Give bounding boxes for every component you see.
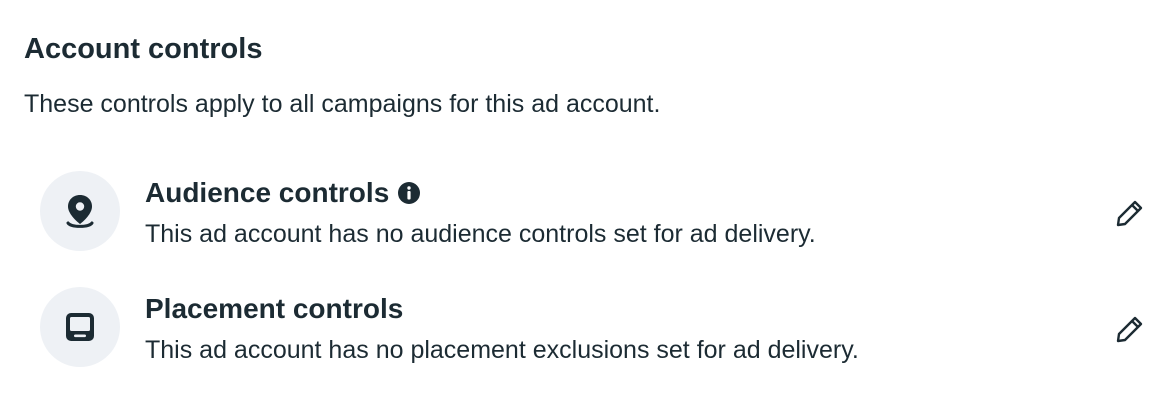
audience-controls-title-line: Audience controls xyxy=(145,174,816,212)
edit-audience-controls-button[interactable] xyxy=(1110,193,1150,233)
audience-controls-description: This ad account has no audience controls… xyxy=(145,220,816,248)
audience-controls-title: Audience controls xyxy=(145,177,390,208)
pencil-edit-icon xyxy=(1116,316,1143,343)
pencil-edit-icon xyxy=(1116,200,1143,227)
edit-placement-controls-button[interactable] xyxy=(1110,309,1150,349)
page-subtitle: These controls apply to all campaigns fo… xyxy=(24,90,661,118)
location-pin-icon xyxy=(40,171,120,251)
placement-controls-text: Placement controls This ad account has n… xyxy=(145,290,859,368)
placement-controls-title: Placement controls xyxy=(145,293,404,324)
audience-controls-row: Audience controls This ad account has no… xyxy=(40,171,1150,253)
page-title: Account controls xyxy=(24,33,263,65)
audience-controls-text: Audience controls This ad account has no… xyxy=(145,174,816,252)
info-icon[interactable] xyxy=(397,181,421,205)
placement-controls-description: This ad account has no placement exclusi… xyxy=(145,336,859,364)
placement-controls-row: Placement controls This ad account has n… xyxy=(40,287,1150,369)
device-screen-icon xyxy=(40,287,120,367)
